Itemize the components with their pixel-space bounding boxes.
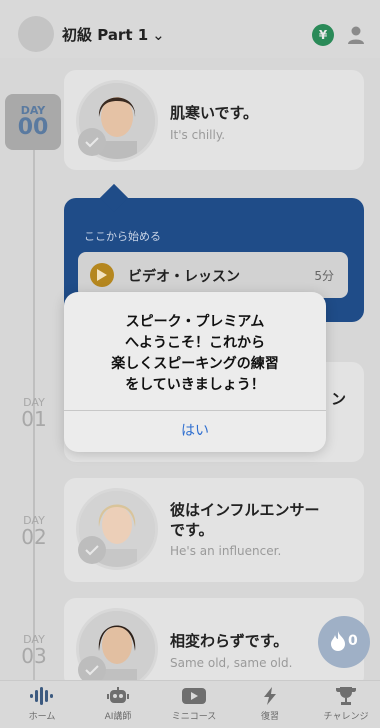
- nav-challenge[interactable]: チャレンジ: [316, 687, 376, 722]
- play-video-icon: [182, 688, 206, 704]
- robot-icon: [107, 687, 129, 703]
- card-text-fragment: ン: [330, 390, 346, 408]
- bolt-icon: [264, 687, 276, 705]
- nav-label: ミニコース: [171, 712, 217, 722]
- coin-icon[interactable]: ¥: [312, 24, 334, 46]
- nav-mini-course[interactable]: ミニコース: [164, 687, 224, 722]
- nav-label: ホーム: [28, 712, 56, 722]
- user-icon[interactable]: [345, 24, 367, 46]
- streak-button[interactable]: 0: [318, 616, 370, 668]
- nav-ai-tutor[interactable]: AI講師: [88, 687, 148, 722]
- day-label-02: DAY 02: [8, 514, 60, 547]
- streak-count: 0: [348, 633, 358, 649]
- lesson-title: ビデオ・レッスン: [128, 269, 240, 285]
- lesson-card-day-02[interactable]: 彼はインフルエンサー です。 He's an influencer.: [64, 478, 364, 582]
- nav-label: AI講師: [104, 712, 132, 722]
- trophy-icon: [336, 687, 356, 705]
- card-english-text: Same old, same old.: [170, 656, 293, 670]
- course-title: 初級 Part 1: [62, 26, 149, 44]
- card-english-text: He's an influencer.: [170, 544, 282, 558]
- start-here-label: ここから始める: [84, 230, 161, 243]
- day-number: 01: [21, 407, 47, 431]
- home-waveform-icon: [30, 687, 53, 705]
- check-icon: [78, 128, 106, 156]
- lesson-card-day-00[interactable]: 肌寒いです。 It's chilly.: [64, 70, 364, 170]
- check-icon: [78, 536, 106, 564]
- day-label-01: DAY 01: [8, 396, 60, 429]
- course-selector[interactable]: 初級 Part 1 ⌄: [62, 24, 165, 45]
- nav-label: チャレンジ: [323, 712, 369, 722]
- dialog-message: スピーク・プレミアム へようこそ！これから 楽しくスピーキングの練習 をしていき…: [111, 314, 279, 393]
- day-number: 00: [17, 115, 49, 140]
- nav-review[interactable]: 復習: [240, 687, 300, 722]
- profile-avatar[interactable]: [18, 16, 54, 52]
- chevron-down-icon: ⌄: [152, 26, 165, 44]
- card-japanese-text: 相変わらずです。: [170, 632, 289, 650]
- nav-home[interactable]: ホーム: [12, 687, 72, 722]
- flame-icon: [331, 631, 345, 651]
- panel-pointer: [99, 183, 129, 213]
- nav-label: 復習: [260, 712, 279, 722]
- card-english-text: It's chilly.: [170, 128, 226, 142]
- day-number: 03: [21, 644, 47, 668]
- card-japanese-text: 肌寒いです。: [170, 104, 259, 122]
- play-icon: [90, 263, 114, 287]
- welcome-dialog: スピーク・プレミアム へようこそ！これから 楽しくスピーキングの練習 をしていき…: [64, 292, 326, 452]
- card-japanese-text: 彼はインフルエンサー です。: [170, 501, 320, 539]
- dialog-ok-button[interactable]: はい: [64, 411, 326, 452]
- top-bar: 初級 Part 1 ⌄ ¥: [0, 0, 380, 58]
- day-badge-current: DAY 00: [5, 94, 61, 150]
- day-number: 02: [21, 525, 47, 549]
- day-label-03: DAY 03: [8, 633, 60, 666]
- bottom-nav: ホーム AI講師 ミニコース 復習 チャレンジ: [0, 680, 380, 728]
- lesson-duration: 5分: [314, 269, 334, 283]
